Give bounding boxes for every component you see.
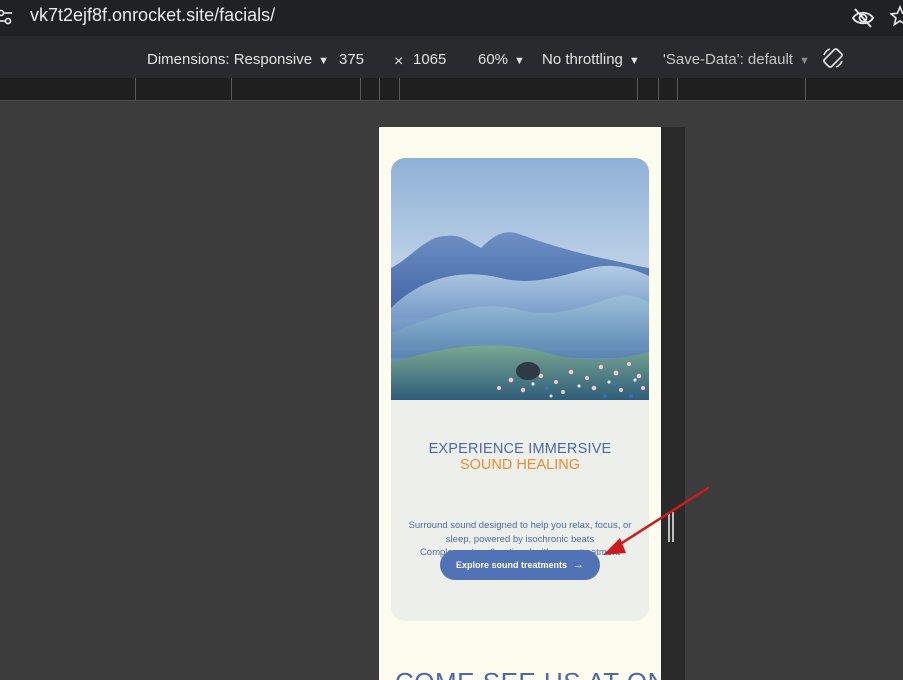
dropdown-arrow-icon: ▼ <box>318 55 329 67</box>
dimensions-label: Dimensions: Responsive <box>147 51 313 68</box>
rotate-icon[interactable] <box>821 46 845 70</box>
ruler-tick <box>360 78 361 100</box>
resize-grip-line <box>672 512 674 542</box>
bookmark-star-icon[interactable] <box>890 5 903 27</box>
description-line: sleep, powered by isochronic beats <box>445 533 595 545</box>
throttling-label: No throttling <box>542 51 623 68</box>
throttling-dropdown[interactable]: No throttling ▼ <box>542 51 640 68</box>
save-data-dropdown[interactable]: 'Save-Data': default ▼ <box>663 51 810 68</box>
dropdown-arrow-icon: ▼ <box>628 55 640 67</box>
ruler-tick <box>677 78 678 100</box>
device-toolbar: Dimensions: Responsive ▼ 375 × 1065 60% ▼ … <box>0 36 903 78</box>
url-text[interactable]: vk7t2ejf8f.onrocket.site/facials/ <box>30 5 275 26</box>
device-viewport: EXPERIENCE IMMERSIVE SOUND HEALING Surro… <box>379 127 661 680</box>
ruler-tick <box>135 78 136 100</box>
arrow-right-icon: → <box>573 559 585 571</box>
explore-sound-treatments-button[interactable]: Explore sound treatments → <box>440 550 600 580</box>
width-input[interactable]: 375 <box>339 49 399 71</box>
dropdown-arrow-icon: ▼ <box>798 55 810 67</box>
address-bar: vk7t2ejf8f.onrocket.site/facials/ <box>0 0 903 36</box>
sound-healing-card: EXPERIENCE IMMERSIVE SOUND HEALING Surro… <box>391 158 649 621</box>
ruler-tick <box>379 78 380 100</box>
ruler-tick <box>805 78 806 100</box>
zoom-label: 60% <box>478 51 509 68</box>
eye-slash-icon[interactable] <box>851 7 875 29</box>
description-line: Surround sound designed to help you rela… <box>408 520 632 531</box>
times-icon: × <box>394 53 404 70</box>
media-query-bar[interactable] <box>0 78 903 101</box>
button-label: Explore sound treatments <box>455 560 568 570</box>
resize-handle[interactable] <box>668 512 674 542</box>
locations-heading: COME SEE US AT ONE <box>395 667 661 680</box>
zoom-dropdown[interactable]: 60% ▼ <box>478 51 525 68</box>
section-title-line1: EXPERIENCE IMMERSIVE <box>428 441 612 457</box>
dimensions-dropdown[interactable]: Dimensions: Responsive ▼ <box>147 51 329 68</box>
hero-landscape-image <box>391 158 649 400</box>
dropdown-arrow-icon: ▼ <box>514 55 525 67</box>
height-input[interactable]: 1065 <box>413 49 473 71</box>
site-settings-icon[interactable] <box>0 8 14 26</box>
ruler-tick <box>399 78 400 100</box>
save-data-label: 'Save-Data': default <box>663 51 793 68</box>
ruler-tick <box>231 78 232 100</box>
section-title-line2: SOUND HEALING <box>459 457 581 473</box>
ruler-tick <box>637 78 638 100</box>
ruler-tick <box>658 78 659 100</box>
viewport-side-strip <box>661 127 685 680</box>
resize-grip-line <box>668 512 670 542</box>
